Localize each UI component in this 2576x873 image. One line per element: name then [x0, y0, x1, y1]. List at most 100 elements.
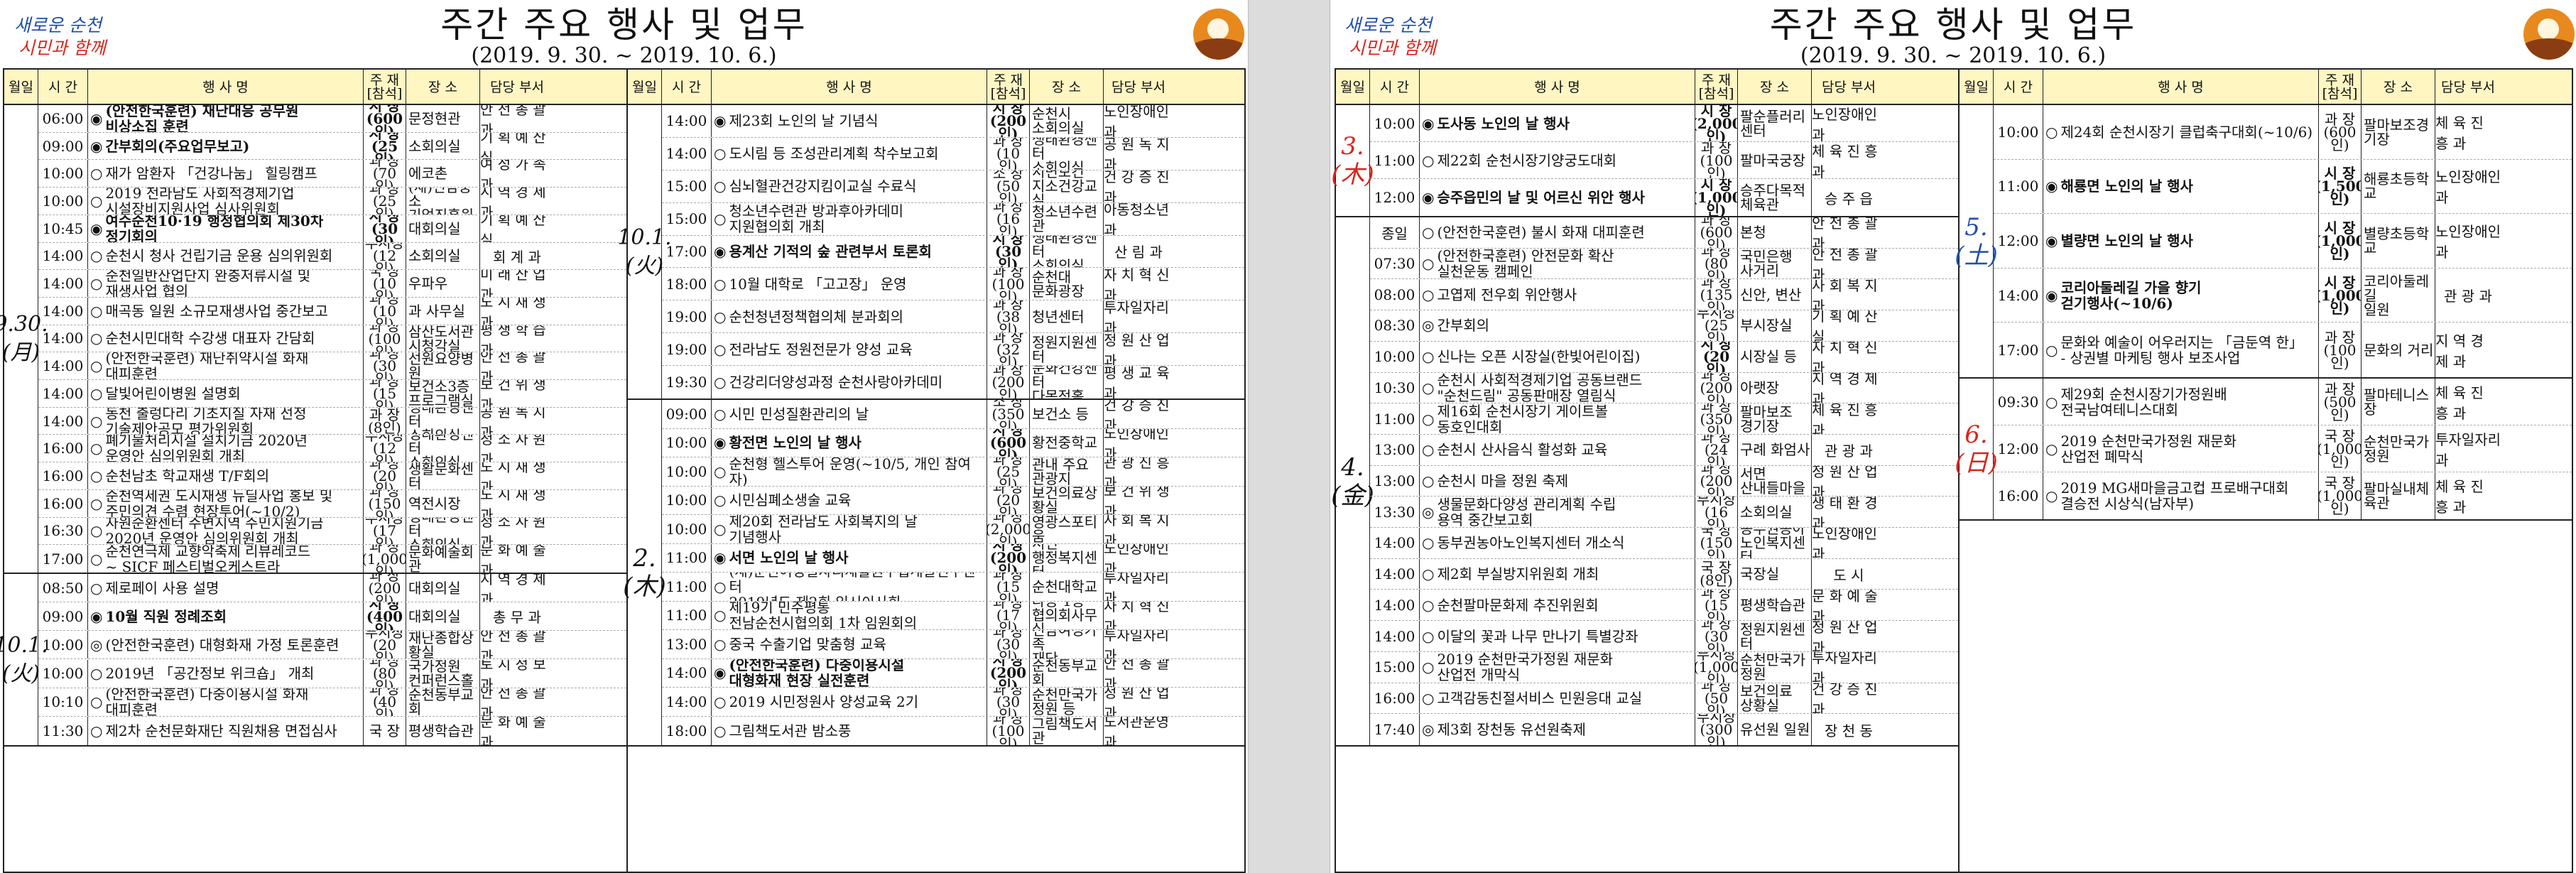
event-attendance: 부시장 (20인) [364, 631, 406, 659]
event-time: 13:00 [1370, 465, 1420, 497]
event-name-cell: ○ 2019 전라남도 사회적경제기업 시설장비지원사업 심사위원회 [88, 188, 364, 215]
event-time: 06:00 [38, 105, 88, 132]
event-name-cell: ○ 폐기물처리시설 설치기금 2020년 운영안 심의위원회 개최 [88, 435, 364, 462]
table-row: 14:00 ○ 순천시민대학 수강생 대표자 간담회 과 장 (100인) 삼산도서관 … [38, 325, 626, 353]
table-row: 17:00 ◉ 용계산 기적의 숲 관련부서 토론회 시 장 (30인) 생태환경센터 … [662, 235, 1244, 269]
table-row: 14:00 ◉ (안전한국훈련) 다중이용시설 대형화재 현장 실전훈련 시 장 (2… [662, 658, 1244, 688]
header-department: 담당 부서 [2441, 79, 2495, 95]
event-name-cell: ◎ 간부회의 [1420, 310, 1695, 341]
event-department: 관 광 진 흥 과 [1104, 457, 1170, 486]
event-location: 문화건강센터 다목적홀 [1030, 366, 1104, 398]
event-attendance: 부시장 (25인) [1695, 310, 1738, 341]
attendance-mark-icon: ◉ [90, 607, 103, 625]
table-row: 종일 ○ (안전한국훈련) 불시 화재 대피훈련 과 장 (600인) 본청 안 전 총 … [1370, 217, 1958, 249]
event-time: 14:00 [38, 407, 88, 435]
attendance-mark-icon: ○ [2045, 487, 2058, 504]
event-name-cell: ○ (안전한국훈련) 안전문화 확산 실천운동 캠페인 [1420, 248, 1695, 279]
attendance-mark-icon: ◉ [2045, 286, 2058, 304]
event-name-cell: ○ 도시림 등 조성관리계획 착수보고회 [712, 137, 987, 170]
event-department: 도 시 재 생 과 [480, 489, 546, 517]
event-name-cell: ◎ 생물문화다양성 관리계획 수립 용역 중간보고회 [1420, 497, 1695, 528]
event-attendance: 과 장 (24인) [1695, 434, 1738, 465]
attendance-mark-icon: ○ [714, 578, 727, 595]
event-department: 사 회 복 지 과 [1812, 279, 1878, 310]
event-department: 문 화 예 술 과 [480, 545, 546, 573]
event-name: 순천역세권 도시재생 뉴딜사업 홍보 및 주민의견 수렴 현장투어(~10/2) [105, 489, 333, 517]
event-location: 황전중학교 [1030, 428, 1104, 457]
attendance-mark-icon: ○ [1422, 689, 1435, 707]
event-name: (안전한국훈련) 불시 화재 대피훈련 [1437, 224, 1645, 242]
event-time: 16:30 [38, 517, 88, 545]
event-attendance: 과 장 (30인) [987, 630, 1030, 658]
event-attendance: 과 장 (200인) [1695, 465, 1738, 497]
event-department: 아동청소년과 [1104, 202, 1169, 235]
attendance-mark-icon: ○ [714, 405, 727, 423]
event-attendance: 과 장 (38인) [987, 300, 1030, 333]
attendance-mark-icon: ○ [1422, 627, 1435, 645]
event-name-cell: ◉ 10월 직원 정례조회 [88, 602, 364, 631]
event-time: 10:00 [662, 428, 712, 457]
event-name-cell: ○ 달빛어린이병원 설명회 [88, 380, 364, 407]
event-attendance: 과 장 (20인) [364, 462, 406, 489]
event-location: 영광스포티움 [1030, 515, 1104, 543]
table-row: 10:30 ○ 순천시 사회적경제기업 공동브랜드 "순천드림" 공동판매장 열림식… [1370, 372, 1958, 404]
event-time: 11:00 [662, 601, 712, 629]
table-row: 10:00 ○ 시민심폐소생술 교육 과 장 (20인) 보건의료상황실 보 건 위 생 … [662, 486, 1244, 515]
header-time: 시 간 [38, 70, 88, 105]
table-row: 10:00 ○ 재가 암환자 「건강나눔」 힐링캠프 과 장 (70인) 에코촌 여 성 … [38, 160, 626, 188]
event-attendance: 국 장 (10인) [364, 270, 406, 297]
table-row: 14:00 ○ 제2회 부실방지위원회 개최 국 장 (8인) 국장실 도 시 [1370, 558, 1958, 590]
event-attendance: 과 장 (30인) [364, 352, 406, 380]
event-name-cell: ○ 심뇌혈관건강지킴이교실 수료식 [712, 170, 987, 202]
event-location: 대회의실 [406, 574, 480, 602]
event-location: 승주다목적 체육관 [1738, 179, 1812, 216]
attendance-mark-icon: ○ [714, 520, 727, 538]
event-attendance: 과 장 (10인) [364, 297, 406, 325]
event-time: 14:00 [1370, 558, 1420, 590]
event-name-cell: ○ 순천팔마문화제 추진위원회 [1420, 590, 1695, 621]
event-department: 안 전 총 괄 과 [480, 688, 546, 716]
event-name: 순천팔마문화제 추진위원회 [1437, 596, 1599, 614]
event-time: 10:30 [1370, 372, 1420, 403]
table-row: 16:00 ○ 고객감동친절서비스 민원응대 교실 과 장 (50인) 보건의료 상황실… [1370, 683, 1958, 715]
event-location: 해룡초등학교 [2362, 159, 2435, 214]
event-location: 문정현관 [406, 105, 480, 132]
event-attendance: 과 장 (25인) [364, 188, 406, 215]
event-attendance: 국 장 (8인) [1695, 558, 1738, 590]
attendance-mark-icon: ○ [1422, 565, 1435, 583]
event-attendance: 시 장 (20인) [1695, 341, 1738, 372]
event-time: 09:00 [38, 602, 88, 631]
event-attendance: 시 장 (1,000인) [1695, 179, 1738, 216]
event-name: 순천연극제 교향악축제 리뷰레코드 ~ SICF 페스티벌오케스트라 [105, 545, 311, 573]
event-department: 공 원 녹 지 과 [1104, 137, 1170, 170]
event-attendance: 과 장 (100인) [364, 325, 406, 352]
event-name: 고객감동친절서비스 민원응대 교실 [1437, 689, 1643, 707]
event-department: 시 역 경 제 과 [480, 188, 546, 215]
attendance-mark-icon: ○ [1422, 596, 1435, 614]
table-header: 월일 시 간행 사 명주 재 [참석] 장 소 담당 부서 [1960, 70, 2572, 105]
event-name-cell: ○ 순천일반산업단지 완충저류시설 및 재생사업 협의 [88, 270, 364, 297]
event-attendance: 과 장 (16인) [987, 202, 1030, 235]
document-page-1: 새로운 순천 시민과 함께 주간 주요 행사 및 업무 (2019. 9. 30… [0, 0, 1248, 873]
header-day: 월일 [628, 70, 662, 105]
event-time: 10:00 [38, 659, 88, 688]
event-attendance: 과 장 (30인) [987, 688, 1030, 716]
event-name-cell: ○ 순천시 마을 정원 축제 [1420, 465, 1695, 497]
event-time: 18:00 [662, 716, 712, 745]
event-name: (안전한국훈련) 재난대응 공무원 비상소집 훈련 [105, 105, 299, 132]
attendance-mark-icon: ◉ [90, 109, 103, 127]
event-name-cell: ○ 10월 대학로 「고고장」 운영 [712, 268, 987, 300]
event-time: 17:00 [38, 545, 88, 573]
attendance-mark-icon: ○ [90, 357, 103, 375]
event-location: 순천대 문화광장 [1030, 268, 1104, 300]
event-department: 노인장애인과 [1812, 105, 1877, 142]
city-logo-icon [2523, 9, 2575, 60]
event-name: 간부회의 [1437, 317, 1490, 335]
table-row: 09:00 ◉ 10월 직원 정례조회 시 장 (400인) 대회의실 총 무 과 [38, 602, 626, 631]
table-row: 13:00○중국 수출기업 맞춤형 교육과 장 (30인)전남여성가족 재단투자… [662, 630, 1244, 659]
attendance-mark-icon: ○ [714, 340, 727, 358]
attendance-mark-icon: ○ [2045, 440, 2058, 457]
event-department: 체 육 진 흥 과 [1812, 403, 1878, 434]
header-event: 행 사 명 [2043, 70, 2319, 105]
header-department: 담당 부서 [490, 79, 544, 95]
